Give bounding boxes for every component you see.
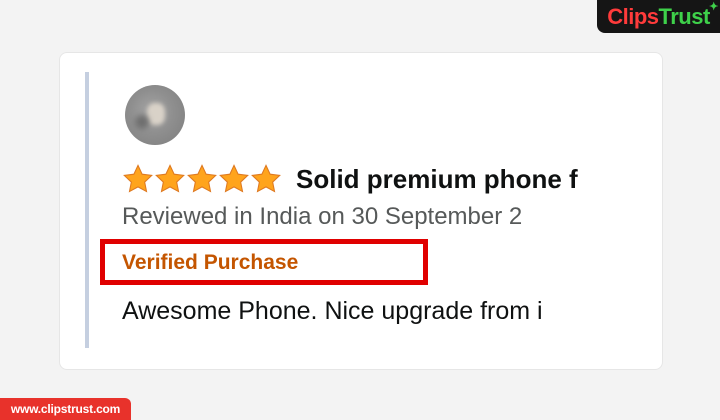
avatar-blur-shadow	[135, 115, 149, 129]
review-card: Solid premium phone f Reviewed in India …	[59, 52, 663, 370]
star-icon	[187, 164, 217, 193]
logo-trust-text: Trust ✦	[658, 1, 719, 30]
logo-clips-text: Clips	[607, 3, 659, 29]
review-meta: Reviewed in India on 30 September 2	[122, 203, 523, 230]
rating-row: Solid premium phone f	[122, 161, 612, 197]
review-title[interactable]: Solid premium phone f	[296, 164, 578, 195]
verified-purchase-badge: Verified Purchase	[122, 251, 299, 274]
star-icon	[251, 164, 281, 193]
leaf-icon: ✦	[709, 0, 718, 13]
star-icon	[155, 164, 185, 193]
review-body: Awesome Phone. Nice upgrade from i	[122, 297, 543, 325]
review-accent-bar	[85, 72, 89, 348]
logo-trust-label: Trust	[658, 3, 711, 29]
star-rating[interactable]	[122, 163, 282, 195]
avatar-blur-highlight	[147, 103, 165, 125]
page: Clips Trust ✦ Solid premium phone f Review…	[0, 0, 720, 420]
star-icon	[123, 164, 153, 193]
clipstrust-logo: Clips Trust ✦	[597, 0, 720, 33]
user-avatar-icon[interactable]	[125, 85, 185, 145]
website-url-badge: www.clipstrust.com	[0, 398, 131, 420]
star-icon	[219, 164, 249, 193]
